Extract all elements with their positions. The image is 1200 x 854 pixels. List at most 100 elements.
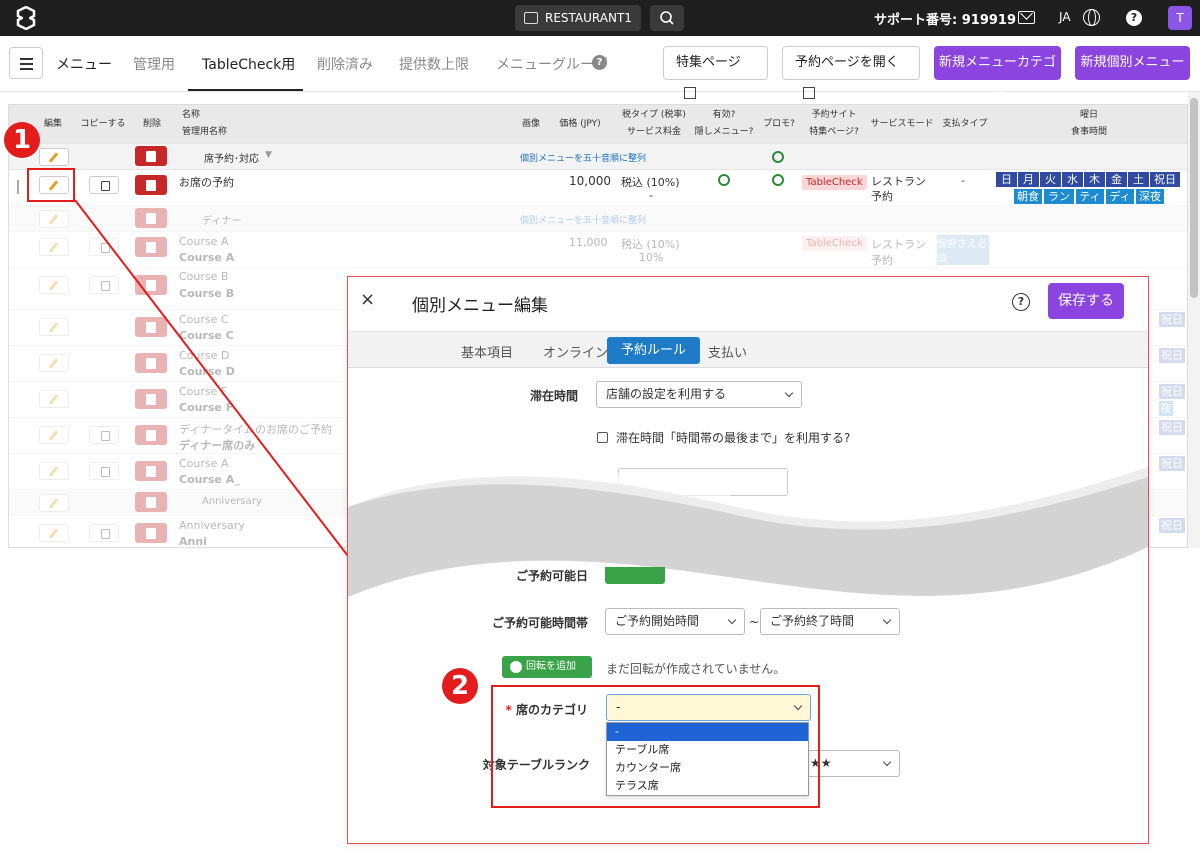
edit-button[interactable] (39, 210, 69, 228)
copy-button[interactable] (89, 524, 119, 542)
delete-button[interactable] (135, 175, 167, 195)
search-button[interactable] (650, 5, 684, 31)
delete-button[interactable] (135, 389, 167, 409)
chevron-down-icon (882, 757, 892, 767)
add-rotation-label: 回転を追加 (526, 661, 576, 672)
help-icon[interactable]: ? (592, 55, 607, 70)
copy-button[interactable] (89, 462, 119, 480)
item-name[interactable]: Course F (179, 385, 227, 398)
copy-button[interactable] (89, 238, 119, 256)
day-badge: 水 (1062, 172, 1083, 187)
new-category-button[interactable]: 新規メニューカテゴリ (934, 46, 1061, 104)
open-booking-page-button[interactable]: 予約ページを開く (782, 46, 920, 99)
delete-button[interactable] (135, 353, 167, 373)
hamburger-menu-button[interactable] (9, 47, 43, 79)
stay-end-checkbox[interactable] (597, 432, 608, 443)
tab-booking-rules[interactable]: 予約ルール (607, 337, 701, 364)
help-icon[interactable]: ? (1126, 10, 1142, 26)
seat-option-table[interactable]: テーブル席 (607, 741, 808, 759)
logo-icon[interactable] (14, 6, 38, 30)
tab-basic[interactable]: 基本項目 (461, 342, 513, 361)
sort-link[interactable]: 個別メニューを五十音順に整列 (520, 151, 646, 164)
chevron-down-icon (882, 615, 892, 625)
add-rotation-button[interactable]: 回転を追加 (502, 656, 592, 678)
delete-button[interactable] (135, 146, 167, 166)
item-name[interactable]: Course A (179, 457, 228, 470)
copy-button[interactable] (89, 176, 119, 194)
service-mode: レストラン予約 (871, 238, 926, 267)
delete-button[interactable] (135, 492, 167, 512)
globe-icon[interactable] (1083, 9, 1100, 26)
item-name[interactable]: Course D (179, 349, 229, 362)
item-admin-name: Course A (179, 251, 235, 264)
edit-button[interactable] (39, 462, 69, 480)
item-service: - (649, 189, 653, 202)
page-scrollbar[interactable] (1188, 92, 1200, 548)
language-code[interactable]: JA (1059, 10, 1071, 24)
copy-button[interactable] (89, 276, 119, 294)
day-badge: 祝日 (1150, 172, 1180, 187)
start-time-value: ご予約開始時間 (615, 614, 700, 628)
item-name[interactable]: Anniversary (179, 519, 245, 532)
modal-tabs: 基本項目 オンライン 予約ルール 支払い (348, 332, 1148, 368)
tab-online[interactable]: オンライン (543, 342, 608, 361)
stay-time-select[interactable]: 店舗の設定を利用する (596, 381, 802, 408)
delete-button[interactable] (135, 461, 167, 481)
delete-button[interactable] (135, 523, 167, 543)
edit-button[interactable] (39, 494, 69, 512)
edit-button[interactable] (39, 276, 69, 294)
delete-button[interactable] (135, 425, 167, 445)
delete-button[interactable] (135, 275, 167, 295)
close-icon[interactable]: × (360, 289, 375, 310)
avatar[interactable]: T (1168, 6, 1192, 30)
save-button[interactable]: 保存する (1048, 283, 1124, 319)
no-rotation-text: まだ回転が作成されていません。 (606, 662, 786, 676)
edit-button[interactable] (39, 426, 69, 444)
edit-button[interactable] (39, 524, 69, 542)
tab-menu-group[interactable]: メニューグループ (496, 54, 607, 74)
item-service: 10% (639, 251, 664, 264)
new-item-button[interactable]: 新規個別メニュー (1075, 46, 1190, 80)
tab-payment[interactable]: 支払い (708, 342, 747, 361)
edit-button[interactable] (39, 390, 69, 408)
item-name[interactable]: Course A (179, 235, 228, 248)
scrollbar-thumb[interactable] (1190, 98, 1198, 298)
tab-limit[interactable]: 提供数上限 (399, 54, 469, 74)
item-name[interactable]: Course B (179, 270, 228, 283)
edit-button[interactable] (39, 354, 69, 372)
calendar-add-button[interactable] (605, 567, 665, 584)
drag-handle-icon[interactable] (17, 180, 19, 194)
seat-option-none[interactable]: - (607, 723, 808, 741)
item-name[interactable]: Course C (179, 313, 229, 326)
item-admin-name: Course D (179, 365, 235, 378)
restaurant-selector[interactable]: RESTAURANT1 (515, 5, 641, 31)
edit-button[interactable] (39, 318, 69, 336)
edit-button[interactable] (39, 148, 69, 166)
tab-admin[interactable]: 管理用 (133, 54, 175, 74)
copy-button[interactable] (89, 426, 119, 444)
delete-button[interactable] (135, 317, 167, 337)
item-name[interactable]: ディナータイムのお席のご予約 (179, 421, 332, 437)
chevron-down-icon[interactable]: ▼ (265, 150, 272, 160)
tab-deleted[interactable]: 削除済み (317, 54, 373, 74)
day-badge: 土 (1128, 172, 1149, 187)
start-time-select[interactable]: ご予約開始時間 (605, 608, 745, 635)
step-1-badge: 1 (4, 122, 40, 158)
col-delete: 削除 (142, 119, 161, 129)
help-icon[interactable]: ? (1012, 293, 1030, 311)
col-service-mode: サービスモード (870, 119, 934, 129)
meal-badge: 朝食 (1014, 189, 1042, 204)
end-time-select[interactable]: ご予約終了時間 (760, 608, 900, 635)
item-name[interactable]: お席の予約 (179, 174, 234, 190)
mail-icon[interactable] (1018, 11, 1035, 24)
stay-time-value: 店舗の設定を利用する (606, 387, 727, 401)
seat-option-counter[interactable]: カウンター席 (607, 759, 808, 777)
service-mode: レストラン予約 (871, 175, 926, 203)
delete-button[interactable] (135, 208, 167, 228)
seat-option-terrace[interactable]: テラス席 (607, 777, 808, 795)
tab-tablecheck[interactable]: TableCheck用 (202, 54, 295, 74)
delete-button[interactable] (135, 237, 167, 257)
sort-link[interactable]: 個別メニューを五十音順に整列 (520, 213, 646, 226)
special-page-button[interactable]: 特集ページ (663, 46, 768, 99)
edit-button[interactable] (39, 238, 69, 256)
